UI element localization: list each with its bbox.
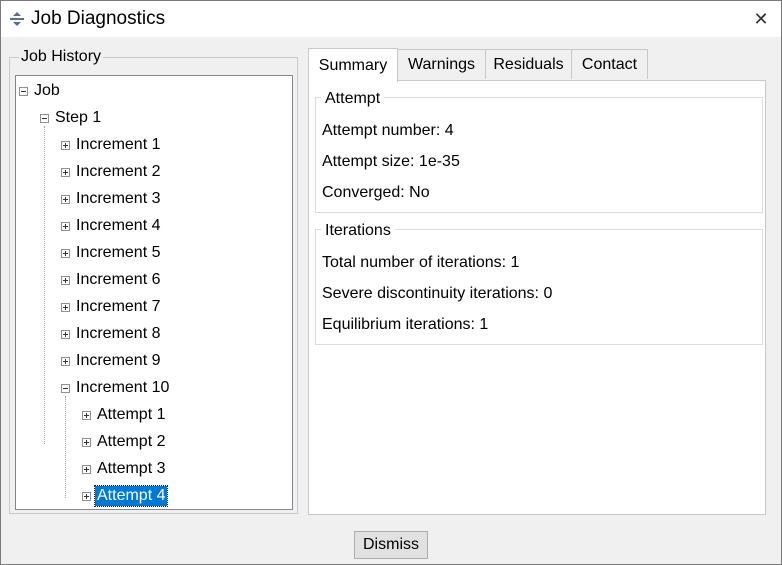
tree-item-attempt[interactable]: Attempt 1 <box>82 402 167 428</box>
tree-item-label: Increment 9 <box>76 352 161 369</box>
job-history-tree[interactable]: Job Step 1 Increment 1 Increment 2 Incre… <box>15 75 293 510</box>
tree-item-label: Increment 6 <box>76 271 161 288</box>
tree-guide-line <box>44 126 45 444</box>
job-history-legend: Job History <box>19 48 104 66</box>
tab-contact[interactable]: Contact <box>571 49 648 79</box>
dismiss-button[interactable]: Dismiss <box>354 531 428 559</box>
expand-icon[interactable] <box>61 329 70 339</box>
summary-panel: Attempt Attempt number: 4 Attempt size: … <box>308 80 766 515</box>
tree-item-increment[interactable]: Increment 4 <box>61 213 162 239</box>
expand-icon[interactable] <box>82 410 91 420</box>
tab-summary[interactable]: Summary <box>308 48 398 82</box>
expand-icon[interactable] <box>61 356 70 366</box>
expand-icon[interactable] <box>61 275 70 285</box>
tree-item-label: Step 1 <box>55 109 102 126</box>
tree-item-label: Job <box>34 82 60 99</box>
tree-item-label: Increment 8 <box>76 325 161 342</box>
expand-icon[interactable] <box>61 221 70 231</box>
iterations-legend: Iterations <box>321 222 395 240</box>
tree-item-increment[interactable]: Increment 2 <box>61 159 162 185</box>
collapse-icon[interactable] <box>40 113 49 123</box>
expand-icon[interactable] <box>61 140 70 150</box>
tree-item-increment[interactable]: Increment 1 <box>61 132 162 158</box>
total-iterations: Total number of iterations: 1 <box>322 254 520 271</box>
tree-item-label: Attempt 2 <box>97 433 166 450</box>
expand-icon[interactable] <box>61 302 70 312</box>
expand-icon[interactable] <box>82 437 91 447</box>
tree-item-label: Increment 10 <box>76 379 170 396</box>
collapse-icon[interactable] <box>61 383 70 393</box>
tree-item-job[interactable]: Job <box>19 78 62 104</box>
expand-icon[interactable] <box>82 464 91 474</box>
attempt-legend: Attempt <box>321 90 385 108</box>
tree-item-increment[interactable]: Increment 7 <box>61 294 162 320</box>
close-icon: ✕ <box>753 8 769 29</box>
tree-item-increment[interactable]: Increment 3 <box>61 186 162 212</box>
collapse-icon[interactable] <box>19 86 28 96</box>
attempt-size: Attempt size: 1e-35 <box>322 153 460 170</box>
expand-icon[interactable] <box>82 491 91 501</box>
tree-item-attempt[interactable]: Attempt 3 <box>82 456 167 482</box>
tree-item-increment[interactable]: Increment 5 <box>61 240 162 266</box>
expand-icon[interactable] <box>61 248 70 258</box>
tab-residuals[interactable]: Residuals <box>485 49 572 79</box>
expand-icon[interactable] <box>61 167 70 177</box>
tree-item-label: Increment 2 <box>76 163 161 180</box>
equilibrium-iterations: Equilibrium iterations: 1 <box>322 316 489 333</box>
tree-item-label: Attempt 1 <box>97 406 166 423</box>
tree-item-label: Increment 5 <box>76 244 161 261</box>
tree-item-label: Increment 7 <box>76 298 161 315</box>
tree-item-attempt-selected[interactable]: Attempt 4 <box>82 483 169 509</box>
title-bar: Job Diagnostics ✕ <box>1 1 781 37</box>
attempt-number: Attempt number: 4 <box>322 122 454 139</box>
tree-item-label: Increment 4 <box>76 217 161 234</box>
tree-item-label: Attempt 3 <box>97 460 166 477</box>
tree-item-increment[interactable]: Increment 8 <box>61 321 162 347</box>
tree-item-step[interactable]: Step 1 <box>40 105 103 131</box>
tree-guide-line <box>65 396 66 498</box>
tree-item-attempt[interactable]: Attempt 2 <box>82 429 167 455</box>
severe-discontinuity-iterations: Severe discontinuity iterations: 0 <box>322 285 553 302</box>
tree-item-increment[interactable]: Increment 9 <box>61 348 162 374</box>
window-title: Job Diagnostics <box>31 8 166 29</box>
app-icon <box>10 12 24 26</box>
tree-item-increment[interactable]: Increment 10 <box>61 375 171 401</box>
expand-icon[interactable] <box>61 194 70 204</box>
tree-item-increment[interactable]: Increment 6 <box>61 267 162 293</box>
attempt-converged: Converged: No <box>322 184 430 201</box>
tab-warnings[interactable]: Warnings <box>397 49 486 79</box>
tree-item-label: Increment 3 <box>76 190 161 207</box>
tree-item-label: Attempt 4 <box>93 485 169 507</box>
close-button[interactable]: ✕ <box>741 1 781 37</box>
tree-item-label: Increment 1 <box>76 136 161 153</box>
